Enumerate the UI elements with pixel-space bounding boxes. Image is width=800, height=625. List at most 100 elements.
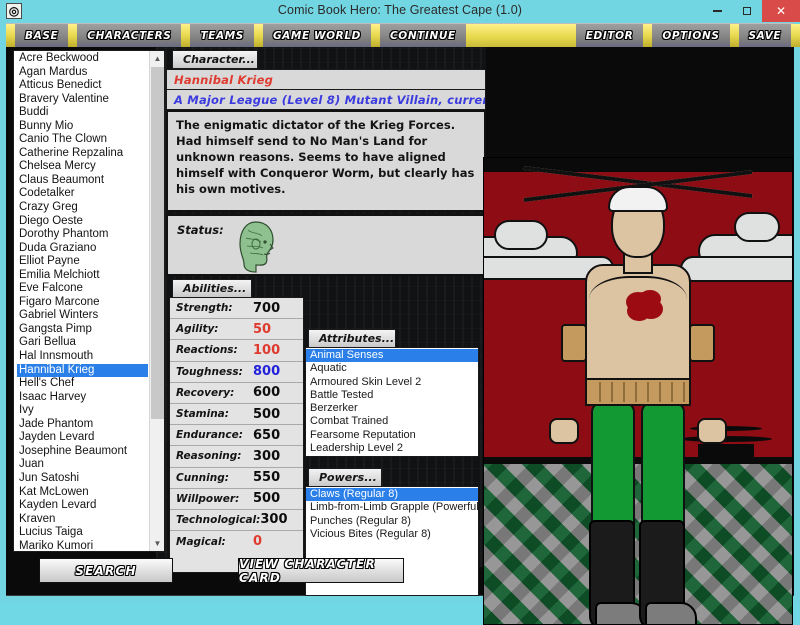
character-list-item[interactable]: Catherine Repzalina — [17, 147, 149, 161]
character-list-item[interactable]: Lucius Taiga — [17, 526, 149, 540]
character-list-item[interactable]: Buddi — [17, 106, 149, 120]
attribute-list-item[interactable]: Fearsome Reputation — [306, 429, 478, 442]
close-icon[interactable]: ✕ — [762, 0, 800, 22]
minimize-icon[interactable] — [702, 0, 732, 22]
attribute-list-item[interactable]: Animal Senses — [306, 349, 478, 363]
toolbar-item-continue[interactable]: CONTINUE — [380, 24, 466, 47]
ability-value: 700 — [253, 300, 281, 316]
ability-value: 650 — [253, 427, 281, 443]
toolbar-separator — [68, 24, 78, 47]
tab-powers[interactable]: Powers... — [308, 468, 382, 487]
ability-value: 0 — [253, 534, 263, 550]
power-list-item[interactable]: Punches (Regular 8) — [306, 515, 478, 528]
ability-row: Magical: 0 — [170, 531, 303, 552]
tab-character[interactable]: Character... — [172, 50, 258, 69]
character-list-item[interactable]: Jun Satoshi — [17, 472, 149, 486]
attribute-list-item[interactable]: Aquatic — [306, 362, 478, 375]
scrollbar-thumb[interactable] — [151, 67, 164, 419]
attribute-list-item[interactable]: Motor Mouth Level 1 — [306, 455, 478, 456]
character-list-item[interactable]: Diego Oeste — [17, 215, 149, 229]
toolbar-item-teams[interactable]: TEAMS — [190, 24, 253, 47]
search-button[interactable]: SEARCH — [39, 558, 173, 583]
character-list-item[interactable]: Mariko Kumori — [17, 540, 149, 551]
toolbar-item-characters[interactable]: CHARACTERS — [77, 24, 181, 47]
character-list-item[interactable]: Eve Falcone — [17, 282, 149, 296]
ability-name: Endurance: — [176, 429, 243, 442]
ability-row: Toughness: 800 — [170, 362, 303, 383]
chest-wound — [629, 292, 659, 318]
character-list-item[interactable]: Josephine Beaumont — [17, 445, 149, 459]
character-list-item[interactable]: Acre Beckwood — [17, 52, 149, 66]
attribute-list-item[interactable]: Armoured Skin Level 2 — [306, 376, 478, 389]
figure-utility-belt — [585, 378, 691, 406]
character-description-box: The enigmatic dictator of the Krieg Forc… — [166, 110, 486, 212]
character-list-item[interactable]: Gabriel Winters — [17, 309, 149, 323]
power-list-item[interactable]: Limb-from-Limb Grapple (Powerful 4) — [306, 501, 478, 514]
character-list-scrollbar[interactable]: ▲ ▼ — [149, 51, 164, 551]
character-list-item[interactable]: Elliot Payne — [17, 255, 149, 269]
arm-brace-left — [561, 324, 587, 362]
ability-name: Agility: — [176, 323, 219, 336]
ability-name: Willpower: — [176, 492, 240, 505]
abilities-panel: Strength: 700 Agility: 50 Reactions: 100 Tough… — [169, 297, 304, 573]
character-list-item[interactable]: Claus Beaumont — [17, 174, 149, 188]
character-list-item[interactable]: Crazy Greg — [17, 201, 149, 215]
character-list-item[interactable]: Kayden Levard — [17, 499, 149, 513]
character-list[interactable]: Acre Beckwood Agan Mardus Atticus Benedict… — [13, 50, 165, 552]
character-list-item[interactable]: Jayden Levard — [17, 431, 149, 445]
power-list-item[interactable]: Vicious Bites (Regular 8) — [306, 528, 478, 541]
maximize-icon[interactable] — [732, 0, 762, 22]
toolbar-gold-spacer — [465, 24, 576, 47]
ability-row: Reasoning: 300 — [170, 446, 303, 468]
character-list-item[interactable]: Hal Innsmouth — [17, 350, 149, 364]
character-list-item[interactable]: Emilia Melchiott — [17, 269, 149, 283]
character-list-item[interactable]: Chelsea Mercy — [17, 160, 149, 174]
character-list-item[interactable]: Duda Graziano — [17, 242, 149, 256]
character-name: Hannibal Krieg — [166, 69, 486, 90]
ability-row: Cunning: 550 — [170, 468, 303, 489]
tab-abilities[interactable]: Abilities... — [172, 279, 252, 298]
character-list-item[interactable]: Jade Phantom — [17, 418, 149, 432]
toolbar-separator — [253, 24, 263, 47]
character-list-item[interactable]: Isaac Harvey — [17, 391, 149, 405]
attribute-list-item[interactable]: Berzerker — [306, 402, 478, 415]
ability-name: Stamina: — [176, 408, 229, 421]
character-list-item[interactable]: Atticus Benedict — [17, 79, 149, 93]
character-list-item[interactable]: Agan Mardus — [17, 66, 149, 80]
character-list-item[interactable]: Bravery Valentine — [17, 93, 149, 107]
chevron-down-icon[interactable]: ▼ — [150, 536, 164, 551]
toolbar-item-game-world[interactable]: GAME WORLD — [263, 24, 371, 47]
toolbar-item-base[interactable]: BASE — [15, 24, 68, 47]
character-list-item[interactable]: Juan — [17, 458, 149, 472]
character-list-item[interactable]: Gari Bellua — [17, 336, 149, 350]
character-list-item[interactable]: Hannibal Krieg — [17, 363, 148, 378]
power-list-item[interactable]: Claws (Regular 8) — [306, 488, 478, 502]
attribute-list-item[interactable]: Battle Tested — [306, 389, 478, 402]
character-list-item[interactable]: Kat McLowen — [17, 486, 149, 500]
window-title: Comic Book Hero: The Greatest Cape (1.0) — [277, 3, 523, 17]
view-character-card-button[interactable]: VIEW CHARACTER CARD — [238, 557, 404, 585]
character-list-item[interactable]: Bunny Mio — [17, 120, 149, 134]
character-list-item[interactable]: Gangsta Pimp — [17, 323, 149, 337]
character-list-item[interactable]: Canio The Clown — [17, 133, 149, 147]
toolbar-item-editor[interactable]: EDITOR — [576, 24, 644, 47]
attribute-list-item[interactable]: Combat Trained — [306, 415, 478, 428]
character-list-item[interactable]: Codetalker — [17, 187, 149, 201]
character-summary: A Major League (Level 8) Mutant Villain,… — [166, 89, 486, 110]
chevron-up-icon[interactable]: ▲ — [150, 51, 164, 66]
main-toolbar: BASE CHARACTERS TEAMS GAME WORLD CONTINU… — [6, 23, 800, 47]
character-list-item[interactable]: Kraven — [17, 513, 149, 527]
character-list-item[interactable]: Hell's Chef — [17, 377, 149, 391]
toolbar-item-save[interactable]: SAVE — [739, 24, 792, 47]
tab-attributes[interactable]: Attributes... — [308, 329, 396, 348]
attributes-list[interactable]: Animal Senses Aquatic Armoured Skin Level … — [305, 347, 479, 457]
character-list-item[interactable]: Figaro Marcone — [17, 296, 149, 310]
toolbar-separator — [729, 24, 739, 47]
character-list-item[interactable]: Ivy — [17, 404, 149, 418]
toolbar-item-options[interactable]: OPTIONS — [652, 24, 729, 47]
character-list-item[interactable]: Dorothy Phantom — [17, 228, 149, 242]
character-list-items[interactable]: Acre Beckwood Agan Mardus Atticus Benedict… — [14, 51, 149, 551]
ability-name: Magical: — [176, 535, 226, 548]
ability-name: Strength: — [176, 302, 233, 315]
attribute-list-item[interactable]: Leadership Level 2 — [306, 442, 478, 455]
